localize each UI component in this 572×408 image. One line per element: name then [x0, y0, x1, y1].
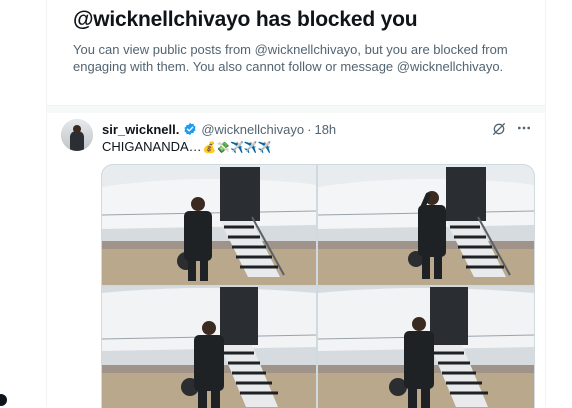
author-name[interactable]: sir_wicknell.: [102, 122, 179, 137]
more-options-icon[interactable]: [516, 120, 532, 136]
blocked-title: @wicknellchivayo has blocked you: [73, 8, 418, 31]
blocked-description: You can view public posts from @wicknell…: [73, 42, 508, 74]
grok-icon[interactable]: [491, 121, 507, 137]
tweet-text: CHIGANANDA…💰💸✈️✈️✈️: [102, 138, 271, 157]
tweet-text-body: CHIGANANDA…: [102, 139, 202, 154]
media-photo[interactable]: [102, 165, 316, 285]
left-margin: [0, 0, 46, 407]
verified-badge-icon: [184, 122, 196, 136]
header-separator: ·: [307, 121, 312, 137]
avatar[interactable]: [61, 119, 93, 151]
media-photo[interactable]: [318, 165, 534, 285]
tweet-card[interactable]: sir_wicknell. @wicknellchivayo · 18h CHI…: [47, 113, 545, 408]
media-photo[interactable]: [102, 287, 316, 408]
tweet-emojis: 💰💸✈️✈️✈️: [202, 142, 272, 154]
right-margin: [546, 0, 572, 407]
blocked-notice: @wicknellchivayo has blocked you You can…: [47, 0, 545, 105]
tweet-header: sir_wicknell. @wicknellchivayo · 18h: [102, 120, 336, 138]
media-photo[interactable]: [318, 287, 534, 408]
tweet-timestamp[interactable]: 18h: [314, 122, 336, 137]
media-grid: [101, 164, 535, 408]
author-handle[interactable]: @wicknellchivayo: [201, 122, 304, 137]
